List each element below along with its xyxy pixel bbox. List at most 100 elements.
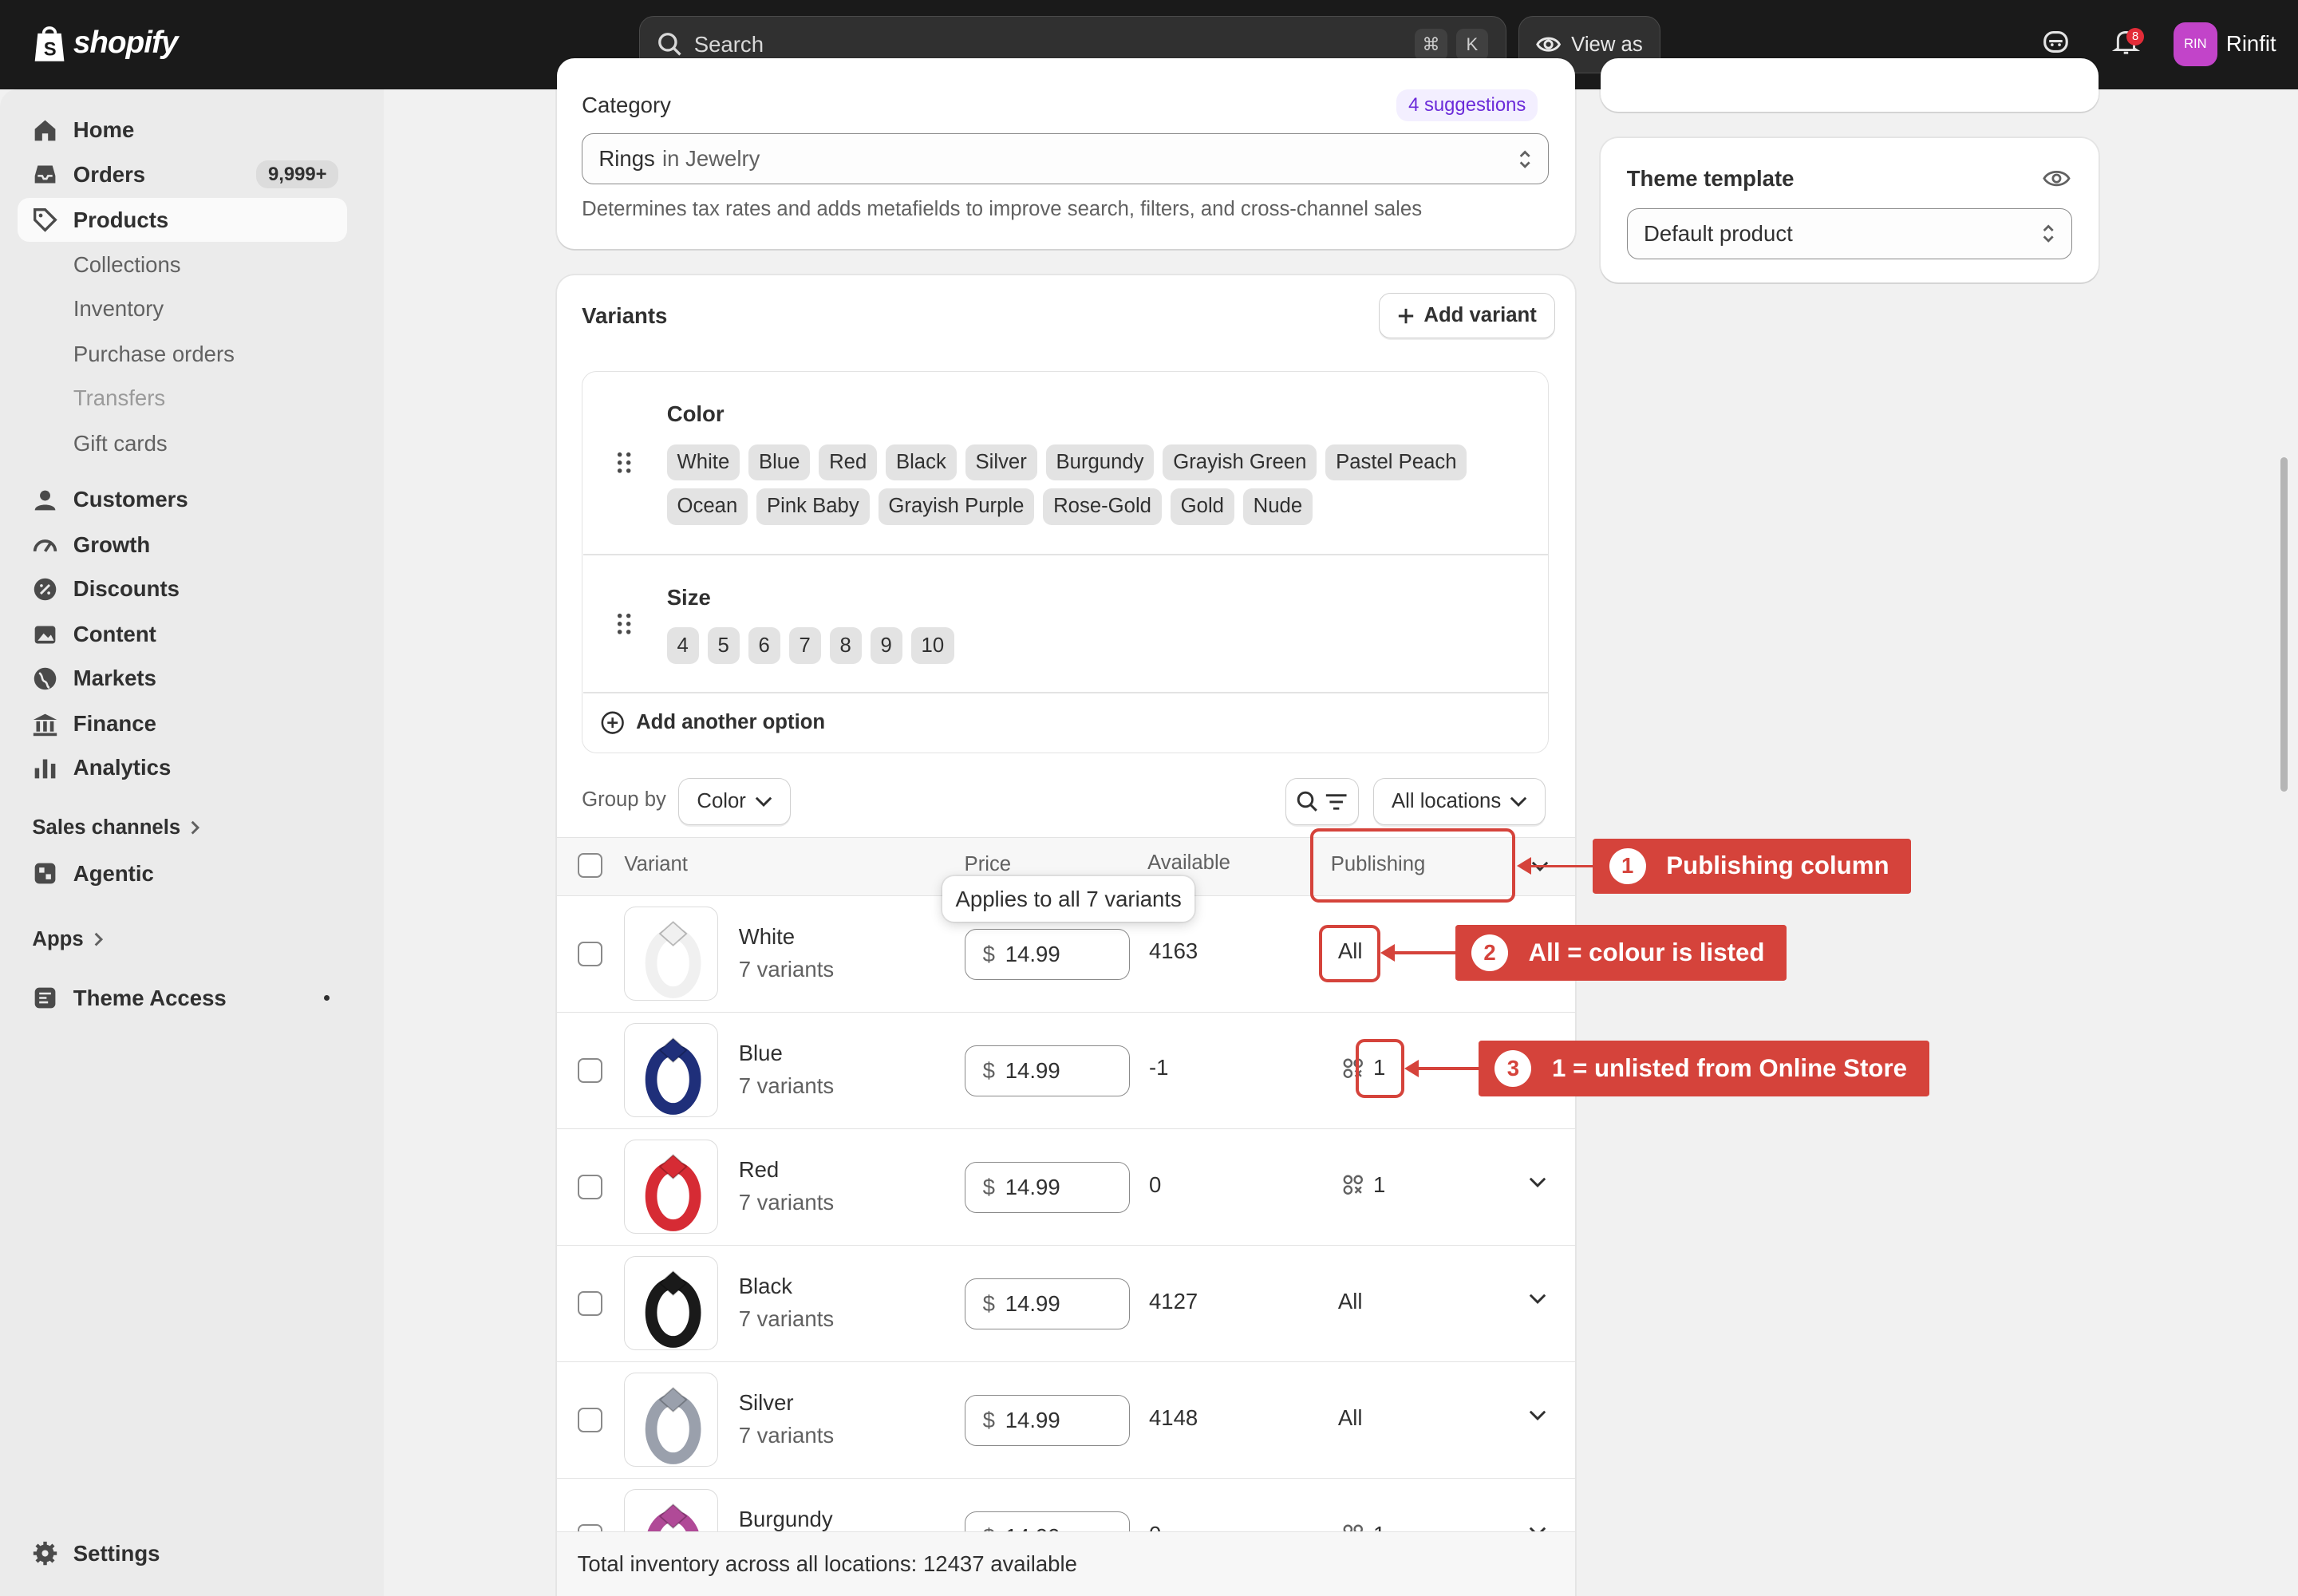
- sidebar-item-home[interactable]: Home: [18, 109, 347, 152]
- sidebar-item-inventory[interactable]: Inventory: [73, 296, 164, 322]
- sidebar-item-products[interactable]: Products: [18, 197, 348, 243]
- size-tag[interactable]: 4: [666, 627, 699, 664]
- size-tag[interactable]: 9: [870, 627, 902, 664]
- suggestions-badge[interactable]: 4 suggestions: [1396, 89, 1538, 122]
- color-tag[interactable]: White: [666, 444, 740, 481]
- color-tag[interactable]: Silver: [965, 444, 1037, 481]
- currency-symbol: $: [982, 1057, 995, 1083]
- eye-icon[interactable]: [2043, 166, 2071, 191]
- sidebar-item-theme-access[interactable]: Theme Access: [18, 976, 347, 1020]
- sidekick-icon[interactable]: [2042, 28, 2070, 56]
- avatar: RIN: [2173, 22, 2217, 66]
- table-row[interactable]: Black 7 variants $14.99 4127 All: [556, 1245, 1576, 1361]
- variant-thumbnail[interactable]: [624, 1256, 718, 1350]
- apps-heading[interactable]: Apps: [32, 928, 104, 951]
- category-select[interactable]: Rings in Jewelry: [582, 133, 1550, 185]
- sidebar-item-gift-cards[interactable]: Gift cards: [73, 431, 168, 456]
- color-tag[interactable]: Grayish Purple: [878, 488, 1035, 525]
- sidebar-item-agentic[interactable]: Agentic: [18, 851, 347, 895]
- logo-text: shopify: [73, 26, 179, 61]
- chevron-down-icon: [755, 797, 772, 808]
- color-tag[interactable]: Pink Baby: [756, 488, 870, 525]
- variant-thumbnail[interactable]: [624, 907, 718, 1001]
- group-by-select[interactable]: Color: [678, 778, 791, 826]
- sidebar-item-orders[interactable]: Orders 9,999+: [18, 152, 347, 196]
- price-input[interactable]: $14.99: [964, 1278, 1131, 1329]
- sidebar-item-collections[interactable]: Collections: [73, 252, 181, 278]
- chevron-down-icon[interactable]: [1529, 1176, 1546, 1188]
- shopify-logo[interactable]: S shopify: [32, 23, 179, 63]
- callout-1-text: Publishing column: [1666, 851, 1889, 880]
- size-tag[interactable]: 10: [910, 627, 954, 664]
- sidebar-item-content[interactable]: Content: [18, 613, 347, 657]
- select-all-checkbox[interactable]: [577, 852, 602, 879]
- size-tag[interactable]: 7: [788, 627, 821, 664]
- color-tag[interactable]: Black: [886, 444, 957, 481]
- drag-handle-icon[interactable]: [617, 613, 631, 635]
- ring-image: [646, 1154, 701, 1231]
- color-tag[interactable]: Blue: [748, 444, 811, 481]
- chevron-down-icon[interactable]: [1529, 1409, 1546, 1421]
- previous-card: [1600, 58, 2099, 112]
- price-input[interactable]: $14.99: [964, 1394, 1131, 1446]
- user-menu[interactable]: RIN Rinfit: [2173, 22, 2276, 66]
- chevron-down-icon[interactable]: [1529, 1293, 1546, 1305]
- col-price: Price: [964, 852, 1012, 875]
- price-input[interactable]: $14.99: [964, 1161, 1131, 1213]
- sidebar-item-transfers[interactable]: Transfers: [73, 385, 165, 411]
- row-checkbox[interactable]: [577, 1408, 602, 1433]
- row-checkbox[interactable]: [577, 942, 602, 967]
- sidebar-item-analytics[interactable]: Analytics: [18, 746, 347, 790]
- color-tag[interactable]: Ocean: [666, 488, 748, 525]
- size-tag[interactable]: 6: [748, 627, 780, 664]
- callout-2-text: All = colour is listed: [1528, 938, 1765, 966]
- sales-channels-heading[interactable]: Sales channels: [32, 816, 200, 839]
- row-checkbox[interactable]: [577, 1058, 602, 1084]
- publishing-status[interactable]: All: [1338, 1405, 1363, 1431]
- sidebar: [0, 89, 385, 1596]
- color-tag[interactable]: Grayish Green: [1163, 444, 1317, 481]
- drag-handle-icon[interactable]: [617, 452, 631, 474]
- color-tag[interactable]: Rose-Gold: [1043, 488, 1162, 525]
- publishing-status[interactable]: All: [1338, 1289, 1363, 1314]
- color-tag[interactable]: Pastel Peach: [1325, 444, 1467, 481]
- sidebar-item-purchase-orders[interactable]: Purchase orders: [73, 342, 235, 367]
- table-row[interactable]: Red 7 variants $14.99 0 1: [556, 1128, 1576, 1245]
- size-tag[interactable]: 5: [707, 627, 740, 664]
- table-row[interactable]: Blue 7 variants $14.99 -1 1: [556, 1012, 1576, 1128]
- row-checkbox[interactable]: [577, 1291, 602, 1317]
- color-tag[interactable]: Nude: [1242, 488, 1313, 525]
- variant-name: Burgundy: [738, 1507, 833, 1532]
- theme-template-select[interactable]: Default product: [1626, 207, 2073, 260]
- sidebar-item-markets[interactable]: Markets: [18, 657, 347, 701]
- apps-label: Apps: [32, 927, 84, 950]
- variant-thumbnail[interactable]: [624, 1023, 718, 1117]
- color-tag[interactable]: Red: [819, 444, 878, 481]
- search-filter-button[interactable]: [1285, 778, 1359, 826]
- price-input[interactable]: $14.99: [964, 1045, 1131, 1096]
- size-tag[interactable]: 8: [829, 627, 862, 664]
- price-input[interactable]: $14.99: [964, 928, 1131, 980]
- sidebar-item-customers[interactable]: Customers: [18, 478, 347, 522]
- variant-name: Silver: [738, 1390, 794, 1416]
- color-tag[interactable]: Burgundy: [1045, 444, 1155, 481]
- color-tag[interactable]: Gold: [1170, 488, 1234, 525]
- price-value: 14.99: [1005, 941, 1060, 966]
- publishing-status[interactable]: 1: [1342, 1172, 1385, 1198]
- sidebar-item-finance[interactable]: Finance: [18, 702, 347, 746]
- add-variant-button[interactable]: Add variant: [1379, 293, 1555, 339]
- row-checkbox[interactable]: [577, 1175, 602, 1200]
- locations-select[interactable]: All locations: [1372, 778, 1546, 826]
- size-values[interactable]: 4 5 6 7 8 9 10: [666, 627, 1532, 671]
- add-another-option-button[interactable]: Add another option: [601, 711, 825, 734]
- sidebar-item-discounts[interactable]: Discounts: [18, 567, 347, 611]
- table-row[interactable]: Silver 7 variants $14.99 4148 All: [556, 1361, 1576, 1478]
- color-values[interactable]: White Blue Red Black Silver Burgundy Grayish G…: [666, 444, 1532, 532]
- sidebar-item-settings[interactable]: Settings: [18, 1531, 347, 1575]
- discount-icon: [34, 578, 57, 601]
- variant-thumbnail[interactable]: [624, 1140, 718, 1234]
- ring-image: [646, 1037, 701, 1115]
- page-scrollbar[interactable]: [2280, 457, 2288, 792]
- sidebar-item-growth[interactable]: Growth: [18, 523, 347, 567]
- variant-thumbnail[interactable]: [624, 1373, 718, 1467]
